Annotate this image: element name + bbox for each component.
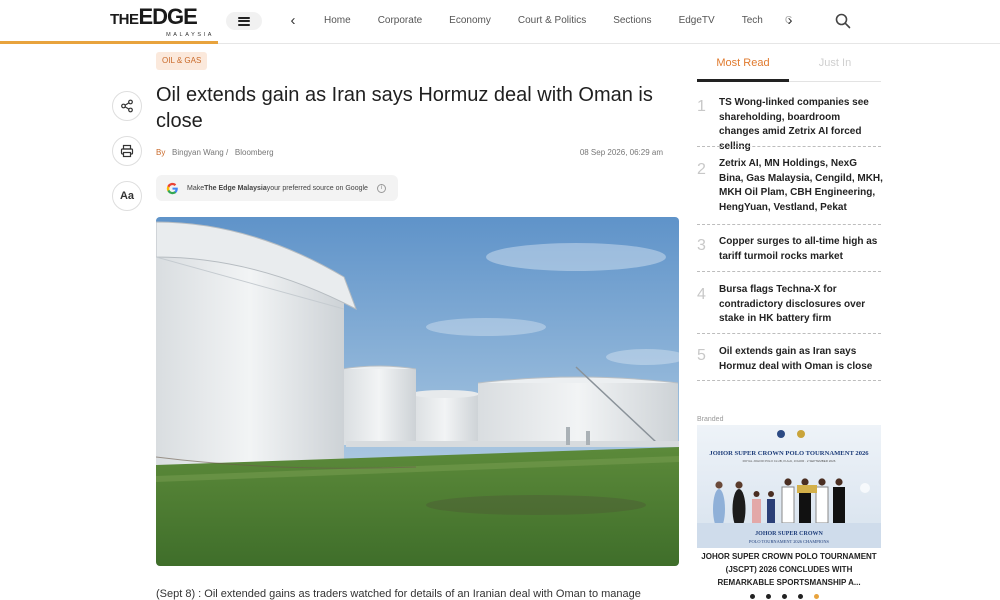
main-nav: Home Corporate Economy Court & Politics … [306,14,792,30]
search-icon[interactable] [835,13,851,29]
print-button[interactable] [112,136,142,166]
author-link[interactable]: Bingyan Wang / [172,148,228,157]
publish-timestamp: 08 Sep 2026, 06:29 am [579,148,663,157]
byline-prefix: By [156,148,166,157]
ad-banner-bottom-line-2: POLO TOURNAMENT 2026 CHAMPIONS [749,539,829,544]
source-link[interactable]: Bloomberg [235,148,274,157]
nav-item-tech[interactable]: Tech [742,14,763,30]
branded-ad-image[interactable]: JOHOR SUPER CROWN POLO TOURNAMENT 2026 R… [697,425,881,548]
header-accent-bar [0,41,218,44]
nav-item-economy[interactable]: Economy [449,14,491,30]
most-read-rank: 2 [697,161,706,178]
logo-the: THE [110,11,139,28]
most-read-divider [697,380,881,381]
most-read-title[interactable]: Oil extends gain as Iran says Hormuz dea… [719,345,883,374]
most-read-title[interactable]: Bursa flags Techna-X for contradictory d… [719,283,883,327]
google-suffix: your preferred source on Google [266,184,368,192]
article-hero-image [156,217,679,566]
active-tab-indicator [697,79,789,82]
tab-most-read[interactable]: Most Read [697,52,789,80]
ad-banner-subtitle: ROYAL JOHOR POLO CLUB, KULAI, JOHOR · 2 … [743,459,836,463]
tab-just-in[interactable]: Just In [789,52,881,80]
ad-banner-bottom-line-1: JOHOR SUPER CROWN [755,531,823,537]
carousel-dot[interactable] [750,594,755,599]
font-size-label: Aa [119,190,135,202]
hamburger-icon [238,16,250,26]
nav-item-home[interactable]: Home [324,14,351,30]
carousel-dot[interactable] [782,594,787,599]
nav-item-sections[interactable]: Sections [613,14,651,30]
ad-banner-title: JOHOR SUPER CROWN POLO TOURNAMENT 2026 [709,450,869,457]
most-read-rank: 3 [697,237,706,254]
most-read-rank: 4 [697,286,706,303]
carousel-dot[interactable] [798,594,803,599]
nav-item-court-politics[interactable]: Court & Politics [518,14,586,30]
carousel-dot[interactable] [766,594,771,599]
branded-ad-caption[interactable]: JOHOR SUPER CROWN POLO TOURNAMENT (JSCPT… [697,550,881,589]
share-icon [121,99,133,113]
printer-icon [120,144,134,158]
google-prefix: Make [187,184,205,192]
info-icon[interactable]: i [376,183,386,193]
carousel-dot-active[interactable] [814,594,819,599]
article-title: Oil extends gain as Iran says Hormuz dea… [156,84,653,132]
nav-item-corporate[interactable]: Corporate [378,14,422,30]
category-tag[interactable]: OIL & GAS [156,52,208,70]
share-button[interactable] [112,91,142,121]
carousel-dots [748,594,838,600]
most-read-title[interactable]: Zetrix AI, MN Holdings, NexG Bina, Gas M… [719,157,883,216]
site-header: THEEDGE MALAYSIA ‹ Home Corporate Econom… [0,0,1000,44]
sidebar-tabs: Most Read Just In [697,52,881,82]
site-logo[interactable]: THEEDGE MALAYSIA [110,4,214,39]
font-size-button[interactable]: Aa [112,181,142,211]
most-read-title[interactable]: Copper surges to all-time high as tariff… [719,235,883,264]
google-preferred-source-button[interactable]: Make The Edge Malaysia your preferred so… [156,175,398,201]
branded-label: Branded [697,416,724,423]
nav-scroll-left-icon[interactable]: ‹ [286,11,300,31]
google-icon [166,182,178,194]
most-read-divider [697,224,881,225]
nav-item-edgetv[interactable]: EdgeTV [679,14,715,30]
most-read-rank: 5 [697,347,706,364]
most-read-rank: 1 [697,98,706,115]
nav-scroll-right-icon[interactable]: › [783,11,797,31]
byline: By Bingyan Wang / Bloomberg [156,148,274,157]
most-read-divider [697,146,881,147]
most-read-divider [697,333,881,334]
google-brand: The Edge Malaysia [204,184,267,192]
most-read-divider [697,271,881,272]
hamburger-menu-button[interactable] [226,12,262,30]
logo-edge: EDGE [138,4,198,29]
article-lead-paragraph: (Sept 8) : Oil extended gains as traders… [156,588,641,600]
logo-subtitle: MALAYSIA [166,32,214,38]
